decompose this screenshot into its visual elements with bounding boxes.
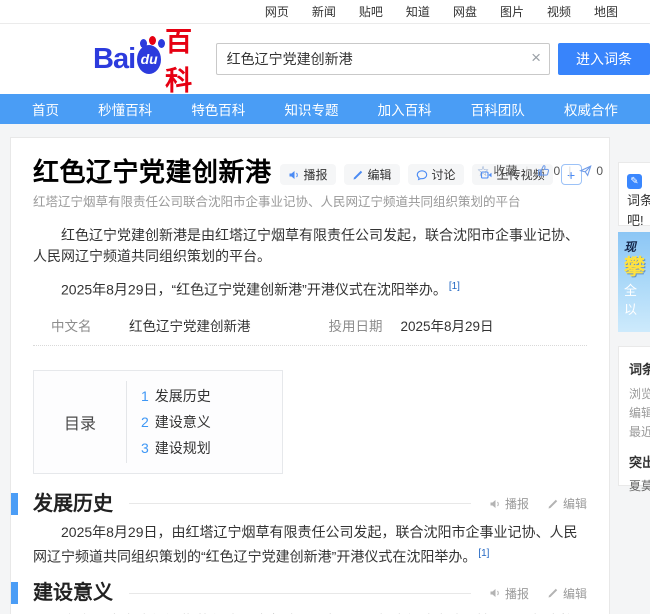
nav-join[interactable]: 加入百科 xyxy=(378,99,432,119)
stats-views: 浏览次数： xyxy=(629,385,650,404)
search-box: × xyxy=(216,43,550,75)
banner-headline: 攀 xyxy=(624,255,650,281)
nav-home[interactable]: 首页 xyxy=(32,99,59,119)
lead-paragraph-1: 红色辽宁党建创新港是由红塔辽宁烟草有限责任公司发起，联合沈阳市企事业记协、人民网… xyxy=(33,225,587,267)
section-construction-significance: 建设意义 播报 编辑 “红色辽宁党建创新港”的创建是响应时代召唤、共同探索解决党 xyxy=(33,581,587,614)
chat-bubble-icon xyxy=(416,169,428,181)
lead-paragraphs: 红色辽宁党建创新港是由红塔辽宁烟草有限责任公司发起，联合沈阳市企事业记协、人民网… xyxy=(33,225,587,301)
toc-list: 1发展历史 2建设意义 3建设规划 xyxy=(126,381,282,463)
infobox-item-name: 中文名 红色辽宁党建创新港 xyxy=(51,315,251,335)
header: Bai du 百科 × 进入词条 xyxy=(0,24,650,94)
nav-tese[interactable]: 特色百科 xyxy=(191,99,245,119)
infobox-value: 2025年8月29日 xyxy=(401,315,494,335)
section-paragraph: 2025年8月29日，由红塔辽宁烟草有限责任公司发起，联合沈阳市企事业记协、人民… xyxy=(33,522,587,568)
toc-title: 目录 xyxy=(34,410,126,434)
stats-edits: 编辑次数： xyxy=(629,404,650,423)
baidu-baike-logo[interactable]: Bai du 百科 xyxy=(93,20,206,98)
top-link-tieba[interactable]: 贴吧 xyxy=(359,3,383,20)
logo-baike-text: 百科 xyxy=(165,20,206,98)
infobox-value: 红色辽宁党建创新港 xyxy=(129,315,251,335)
reference-link[interactable]: [1] xyxy=(478,548,489,559)
section-broadcast-button[interactable]: 播报 xyxy=(489,495,529,512)
section-broadcast-button[interactable]: 播报 xyxy=(489,585,529,602)
entry-card: ☆ 收藏 | 0 | 0 红色辽宁党建创新港 播报 xyxy=(10,137,610,614)
contributors-title: 突出贡献榜 xyxy=(629,452,650,471)
section-development-history: 发展历史 播报 编辑 2025年8月29日，由红塔辽宁烟草有限责任公司发起，联合 xyxy=(33,492,587,568)
infobox-label: 投用日期 xyxy=(329,315,401,335)
speaker-icon xyxy=(489,587,501,599)
toc-item-2[interactable]: 2建设意义 xyxy=(141,409,282,435)
edit-prompt-text-1: 词条 xyxy=(627,191,650,211)
clear-search-icon[interactable]: × xyxy=(531,48,541,68)
infobox: 中文名 红色辽宁党建创新港 投用日期 2025年8月29日 xyxy=(33,313,587,346)
edit-prompt-text-2: 吧! xyxy=(627,211,650,231)
top-link-images[interactable]: 图片 xyxy=(500,3,524,20)
table-of-contents: 目录 1发展历史 2建设意义 3建设规划 xyxy=(33,370,283,474)
sidebar-ad-banner[interactable]: 现 攀 全 以 xyxy=(618,232,650,332)
baidu-paw-icon: du xyxy=(137,45,161,74)
top-link-netdisk[interactable]: 网盘 xyxy=(453,3,477,20)
share-button[interactable]: 0 xyxy=(579,164,603,178)
divider: | xyxy=(568,164,571,178)
search-input[interactable] xyxy=(216,43,550,75)
discuss-button[interactable]: 讨论 xyxy=(408,164,464,185)
baike-page: 网页 新闻 贴吧 知道 网盘 图片 视频 地图 Bai du 百科 × 进入词条… xyxy=(0,0,650,614)
toc-item-1[interactable]: 1发展历史 xyxy=(141,383,282,409)
banner-tag-text: 现 xyxy=(624,238,650,255)
top-link-maps[interactable]: 地图 xyxy=(594,3,618,20)
section-divider xyxy=(129,503,471,504)
section-edit-button[interactable]: 编辑 xyxy=(547,585,587,602)
lead-paragraph-2: 2025年8月29日，“红色辽宁党建创新港”开港仪式在沈阳举办。[1] xyxy=(33,276,587,301)
top-link-news[interactable]: 新闻 xyxy=(312,3,336,20)
content-area: ☆ 收藏 | 0 | 0 红色辽宁党建创新港 播报 xyxy=(0,124,650,614)
logo-bai-text: Bai xyxy=(93,43,135,76)
nav-partner[interactable]: 权威合作 xyxy=(564,99,618,119)
section-marker xyxy=(11,493,18,515)
stats-title: 词条统计 xyxy=(629,359,650,378)
infobox-item-date: 投用日期 2025年8月29日 xyxy=(329,315,494,335)
section-marker xyxy=(11,582,18,604)
toc-item-3[interactable]: 3建设规划 xyxy=(141,435,282,461)
entry-subtitle: 红塔辽宁烟草有限责任公司联合沈阳市企事业记协、人民网辽宁频道共同组织策划的平台 xyxy=(33,194,587,211)
infobox-label: 中文名 xyxy=(51,315,129,335)
banner-line-1: 全 xyxy=(624,281,650,300)
enter-entry-button[interactable]: 进入词条 xyxy=(558,43,650,75)
speaker-icon xyxy=(489,498,501,510)
collect-button[interactable]: ☆ 收藏 xyxy=(477,162,518,179)
pencil-icon xyxy=(352,169,364,181)
section-title: 发展历史 xyxy=(33,492,113,516)
edit-button[interactable]: 编辑 xyxy=(344,164,400,185)
broadcast-button[interactable]: 播报 xyxy=(280,164,336,185)
share-icon xyxy=(579,164,592,177)
category-nav: 首页 秒懂百科 特色百科 知识专题 加入百科 百科团队 权威合作 xyxy=(0,94,650,124)
pencil-icon xyxy=(547,498,559,510)
section-edit-button[interactable]: 编辑 xyxy=(547,495,587,512)
social-row: ☆ 收藏 | 0 | 0 xyxy=(477,162,603,179)
contributor-link[interactable]: 夏莫 xyxy=(629,477,650,494)
sidebar-entry-stats: 词条统计 浏览次数： 编辑次数： 最近更新： 突出贡献榜 夏莫 xyxy=(618,346,650,486)
nav-zhishi[interactable]: 知识专题 xyxy=(284,99,338,119)
like-button[interactable]: 0 xyxy=(537,164,561,178)
divider: | xyxy=(525,164,528,178)
top-link-zhidao[interactable]: 知道 xyxy=(406,3,430,20)
section-header: 发展历史 播报 编辑 xyxy=(11,492,587,516)
stats-updated: 最近更新： xyxy=(629,423,650,442)
speaker-icon xyxy=(288,169,300,181)
thumbs-up-icon xyxy=(537,164,550,177)
section-header: 建设意义 播报 编辑 xyxy=(11,581,587,605)
nav-miaodong[interactable]: 秒懂百科 xyxy=(98,99,152,119)
section-title: 建设意义 xyxy=(33,581,113,605)
edit-pencil-icon: ✎ xyxy=(627,174,642,189)
top-link-video[interactable]: 视频 xyxy=(547,3,571,20)
section-divider xyxy=(129,593,471,594)
page-title: 红色辽宁党建创新港 xyxy=(33,156,272,188)
nav-team[interactable]: 百科团队 xyxy=(471,99,525,119)
star-icon: ☆ xyxy=(477,164,490,178)
top-link-web[interactable]: 网页 xyxy=(265,3,289,20)
sidebar-edit-prompt[interactable]: ✎ 词条 吧! xyxy=(618,162,650,226)
reference-link[interactable]: [1] xyxy=(449,281,460,292)
pencil-icon xyxy=(547,587,559,599)
banner-line-2: 以 xyxy=(624,300,650,319)
